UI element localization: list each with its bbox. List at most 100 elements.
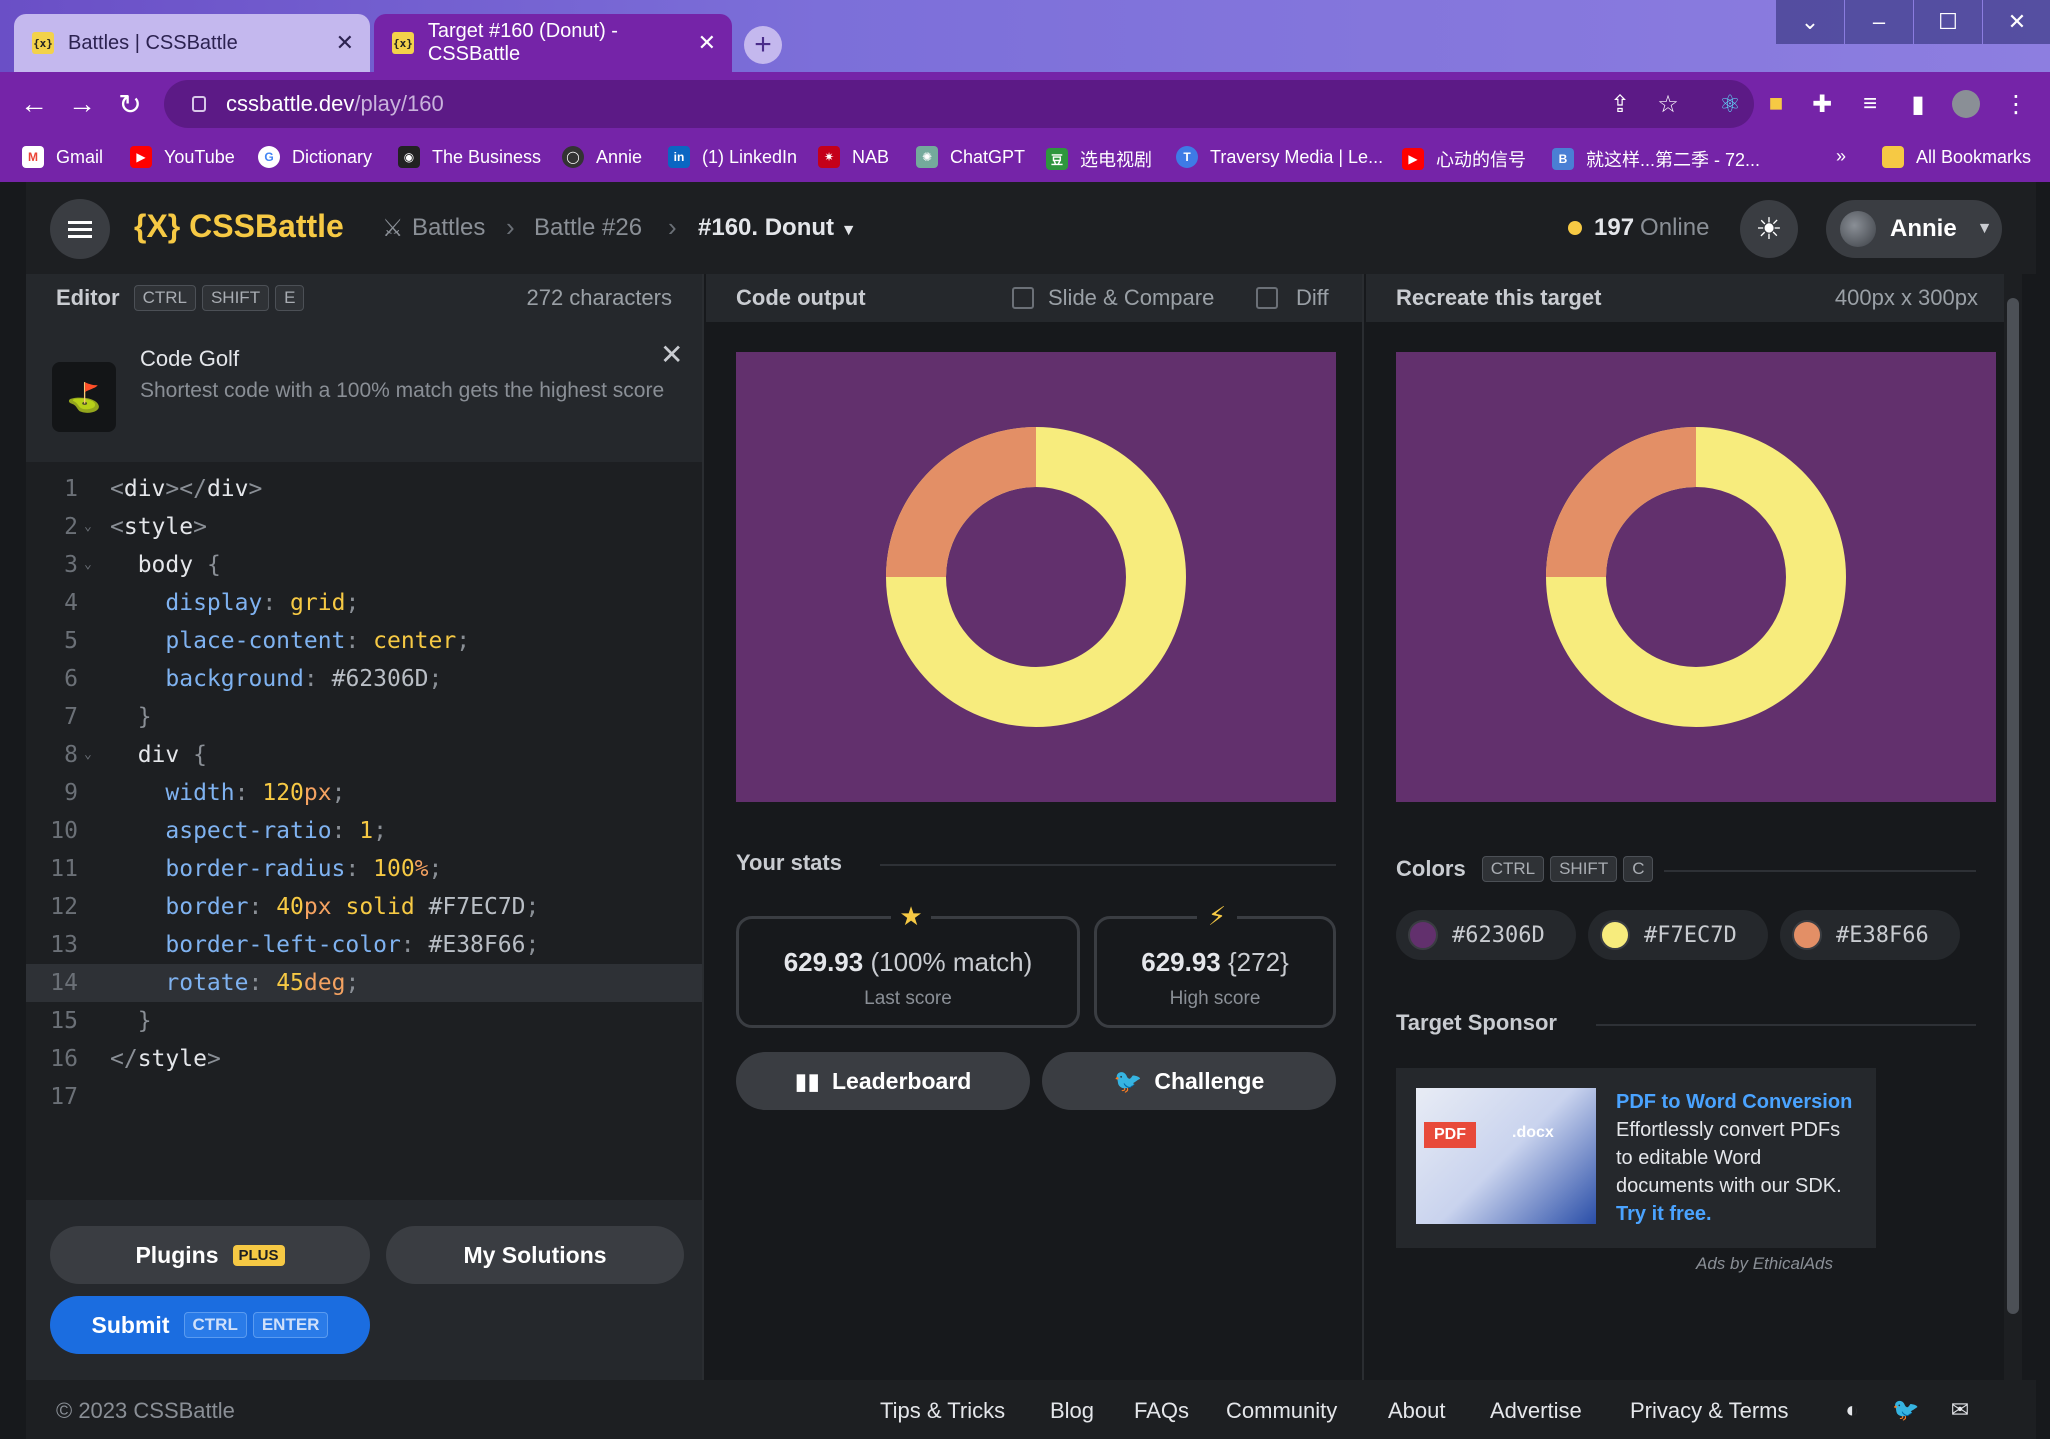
- cssbattle-logo[interactable]: {X} CSSBattle: [134, 208, 344, 245]
- reload-icon[interactable]: ↻: [112, 86, 148, 122]
- mail-icon[interactable]: ✉: [1946, 1396, 1974, 1424]
- extensions-puzzle-icon[interactable]: ✚: [1808, 90, 1836, 118]
- browser-tab-target[interactable]: {x} Target #160 (Donut) - CSSBattle ✕: [374, 14, 732, 72]
- forward-arrow-icon[interactable]: →: [64, 86, 100, 122]
- footer-link-advertise[interactable]: Advertise: [1490, 1398, 1582, 1424]
- bookmark-annie[interactable]: ◯ Annie: [562, 146, 642, 168]
- sponsor-cta[interactable]: Try it free.: [1616, 1203, 1712, 1225]
- code-output-preview[interactable]: [736, 352, 1336, 802]
- cssbattle-favicon-icon: {x}: [392, 32, 414, 54]
- star-icon: ★: [891, 901, 931, 932]
- code-editor[interactable]: 1 <div></div> 2 ⌄ <style> 3 ⌄ body { 4 displ…: [26, 470, 702, 1200]
- color-chip-orange[interactable]: #E38F66: [1780, 910, 1960, 960]
- footer-link-tips[interactable]: Tips & Tricks: [880, 1398, 1005, 1424]
- hamburger-menu-button[interactable]: [50, 199, 110, 259]
- browser-tab-battles[interactable]: {x} Battles | CSSBattle ✕: [14, 14, 370, 72]
- media-queue-icon[interactable]: ≡: [1856, 90, 1884, 118]
- bookmark-heart-signal[interactable]: ▶ 心动的信号: [1402, 146, 1526, 172]
- last-score-value: 629.93: [783, 947, 864, 977]
- kbd-shift: SHIFT: [1550, 856, 1618, 882]
- fold-chevron-icon[interactable]: ⌄: [84, 508, 92, 546]
- golf-description: Shortest code with a 100% match gets the…: [140, 379, 665, 402]
- my-solutions-button[interactable]: My Solutions: [386, 1226, 684, 1284]
- theme-toggle-button[interactable]: ☀: [1740, 200, 1798, 258]
- react-devtools-icon[interactable]: ⚛: [1716, 90, 1744, 118]
- more-menu-icon[interactable]: ⋮: [2002, 90, 2030, 118]
- breadcrumb-target[interactable]: #160. Donut ▼: [698, 214, 857, 242]
- bookmark-traversy[interactable]: T Traversy Media | Le...: [1176, 146, 1383, 168]
- side-panel-icon[interactable]: ▮: [1904, 90, 1932, 118]
- scrollbar-thumb[interactable]: [2007, 298, 2019, 1314]
- bookmark-tv[interactable]: 豆选电视剧: [1046, 146, 1152, 172]
- color-chip-purple[interactable]: #62306D: [1396, 910, 1576, 960]
- code-line: 7 }: [64, 704, 152, 730]
- code-line: 1 <div></div>: [64, 476, 263, 502]
- user-menu-button[interactable]: Annie ▼: [1826, 200, 2002, 258]
- share-icon[interactable]: ⇪: [1606, 90, 1634, 118]
- breadcrumb-battle[interactable]: Battle #26: [534, 214, 642, 242]
- submit-button[interactable]: Submit CTRL ENTER: [50, 1296, 370, 1354]
- address-bar[interactable]: cssbattle.dev/play/160: [164, 80, 1754, 128]
- fold-chevron-icon[interactable]: ⌄: [84, 546, 92, 584]
- profile-avatar[interactable]: [1952, 90, 1980, 118]
- kbd-enter: ENTER: [252, 1312, 329, 1338]
- code-line: 17: [50, 1084, 78, 1110]
- extension-icon[interactable]: ■: [1762, 90, 1790, 118]
- close-window-button[interactable]: ✕: [1983, 0, 2050, 44]
- bookmark-gmail[interactable]: M Gmail: [22, 146, 103, 168]
- twitter-icon[interactable]: 🐦: [1892, 1396, 1920, 1424]
- sponsor-ad[interactable]: PDF .docx PDF to Word Conversion Effortl…: [1396, 1068, 1876, 1248]
- all-bookmarks[interactable]: All Bookmarks: [1882, 146, 2031, 168]
- ads-by-ethicalads[interactable]: Ads by EthicalAds: [1696, 1254, 1833, 1274]
- code-line: 13 border-left-color: #E38F66;: [50, 932, 540, 958]
- close-icon[interactable]: ✕: [660, 338, 683, 371]
- close-tab-icon[interactable]: ✕: [336, 30, 354, 56]
- target-title: Recreate this target: [1396, 285, 1602, 310]
- folder-icon: [1882, 146, 1904, 168]
- challenge-button[interactable]: 🐦 Challenge: [1042, 1052, 1336, 1110]
- fold-chevron-icon[interactable]: ⌄: [84, 736, 92, 774]
- bookmark-nab[interactable]: ✷ NAB: [818, 146, 889, 168]
- divider: [1664, 870, 1976, 872]
- new-tab-button[interactable]: +: [744, 26, 782, 64]
- bookmark-star-icon[interactable]: ☆: [1654, 90, 1682, 118]
- maximize-button[interactable]: ☐: [1914, 0, 1982, 44]
- minimize-button[interactable]: –: [1845, 0, 1913, 44]
- page-scrollbar[interactable]: [2004, 274, 2022, 1380]
- tab-search-icon[interactable]: ⌄: [1776, 0, 1844, 44]
- discord-icon[interactable]: ◐: [1838, 1396, 1866, 1424]
- slide-compare-checkbox[interactable]: [1012, 287, 1034, 309]
- sponsor-image[interactable]: PDF .docx: [1416, 1088, 1596, 1224]
- browser-toolbar: ← → ↻ cssbattle.dev/play/160 ⇪ ☆ ⚛ ■ ✚ ≡…: [0, 72, 2050, 136]
- nab-star-icon: ✷: [818, 146, 840, 168]
- footer-link-about[interactable]: About: [1388, 1398, 1446, 1424]
- challenge-label: Challenge: [1154, 1067, 1265, 1094]
- last-score-label: Last score: [864, 988, 952, 1009]
- sponsor-link[interactable]: PDF to Word Conversion: [1616, 1091, 1852, 1113]
- color-chip-yellow[interactable]: #F7EC7D: [1588, 910, 1768, 960]
- divider: [1596, 1024, 1976, 1026]
- breadcrumb-battles[interactable]: Battles: [412, 214, 485, 242]
- bookmark-the-business[interactable]: ◉ The Business: [398, 146, 541, 168]
- bookmark-youtube[interactable]: ▶ YouTube: [130, 146, 235, 168]
- bookmark-dictionary[interactable]: G Dictionary: [258, 146, 372, 168]
- diff-checkbox[interactable]: [1256, 287, 1278, 309]
- plugins-button[interactable]: Plugins PLUS: [50, 1226, 370, 1284]
- footer-link-blog[interactable]: Blog: [1050, 1398, 1094, 1424]
- code-line: 6 background: #62306D;: [64, 666, 443, 692]
- footer-link-faqs[interactable]: FAQs: [1134, 1398, 1189, 1424]
- bookmark-label: YouTube: [164, 146, 235, 167]
- bookmarks-overflow[interactable]: »: [1836, 146, 1846, 167]
- color-swatch: [1792, 920, 1822, 950]
- bookmark-season-two[interactable]: B 就这样...第二季 - 72...: [1552, 146, 1760, 172]
- footer-link-community[interactable]: Community: [1226, 1398, 1337, 1424]
- bookmark-linkedin[interactable]: in (1) LinkedIn: [668, 146, 797, 168]
- leaderboard-button[interactable]: ▮▮ Leaderboard: [736, 1052, 1030, 1110]
- close-tab-icon[interactable]: ✕: [698, 30, 716, 56]
- back-arrow-icon[interactable]: ←: [16, 86, 52, 122]
- bookmark-chatgpt[interactable]: ✺ ChatGPT: [916, 146, 1025, 168]
- footer-link-privacy[interactable]: Privacy & Terms: [1630, 1398, 1789, 1424]
- online-dot-icon: [1568, 221, 1582, 235]
- youtube-icon: ▶: [130, 146, 152, 168]
- color-hex: #F7EC7D: [1644, 922, 1737, 948]
